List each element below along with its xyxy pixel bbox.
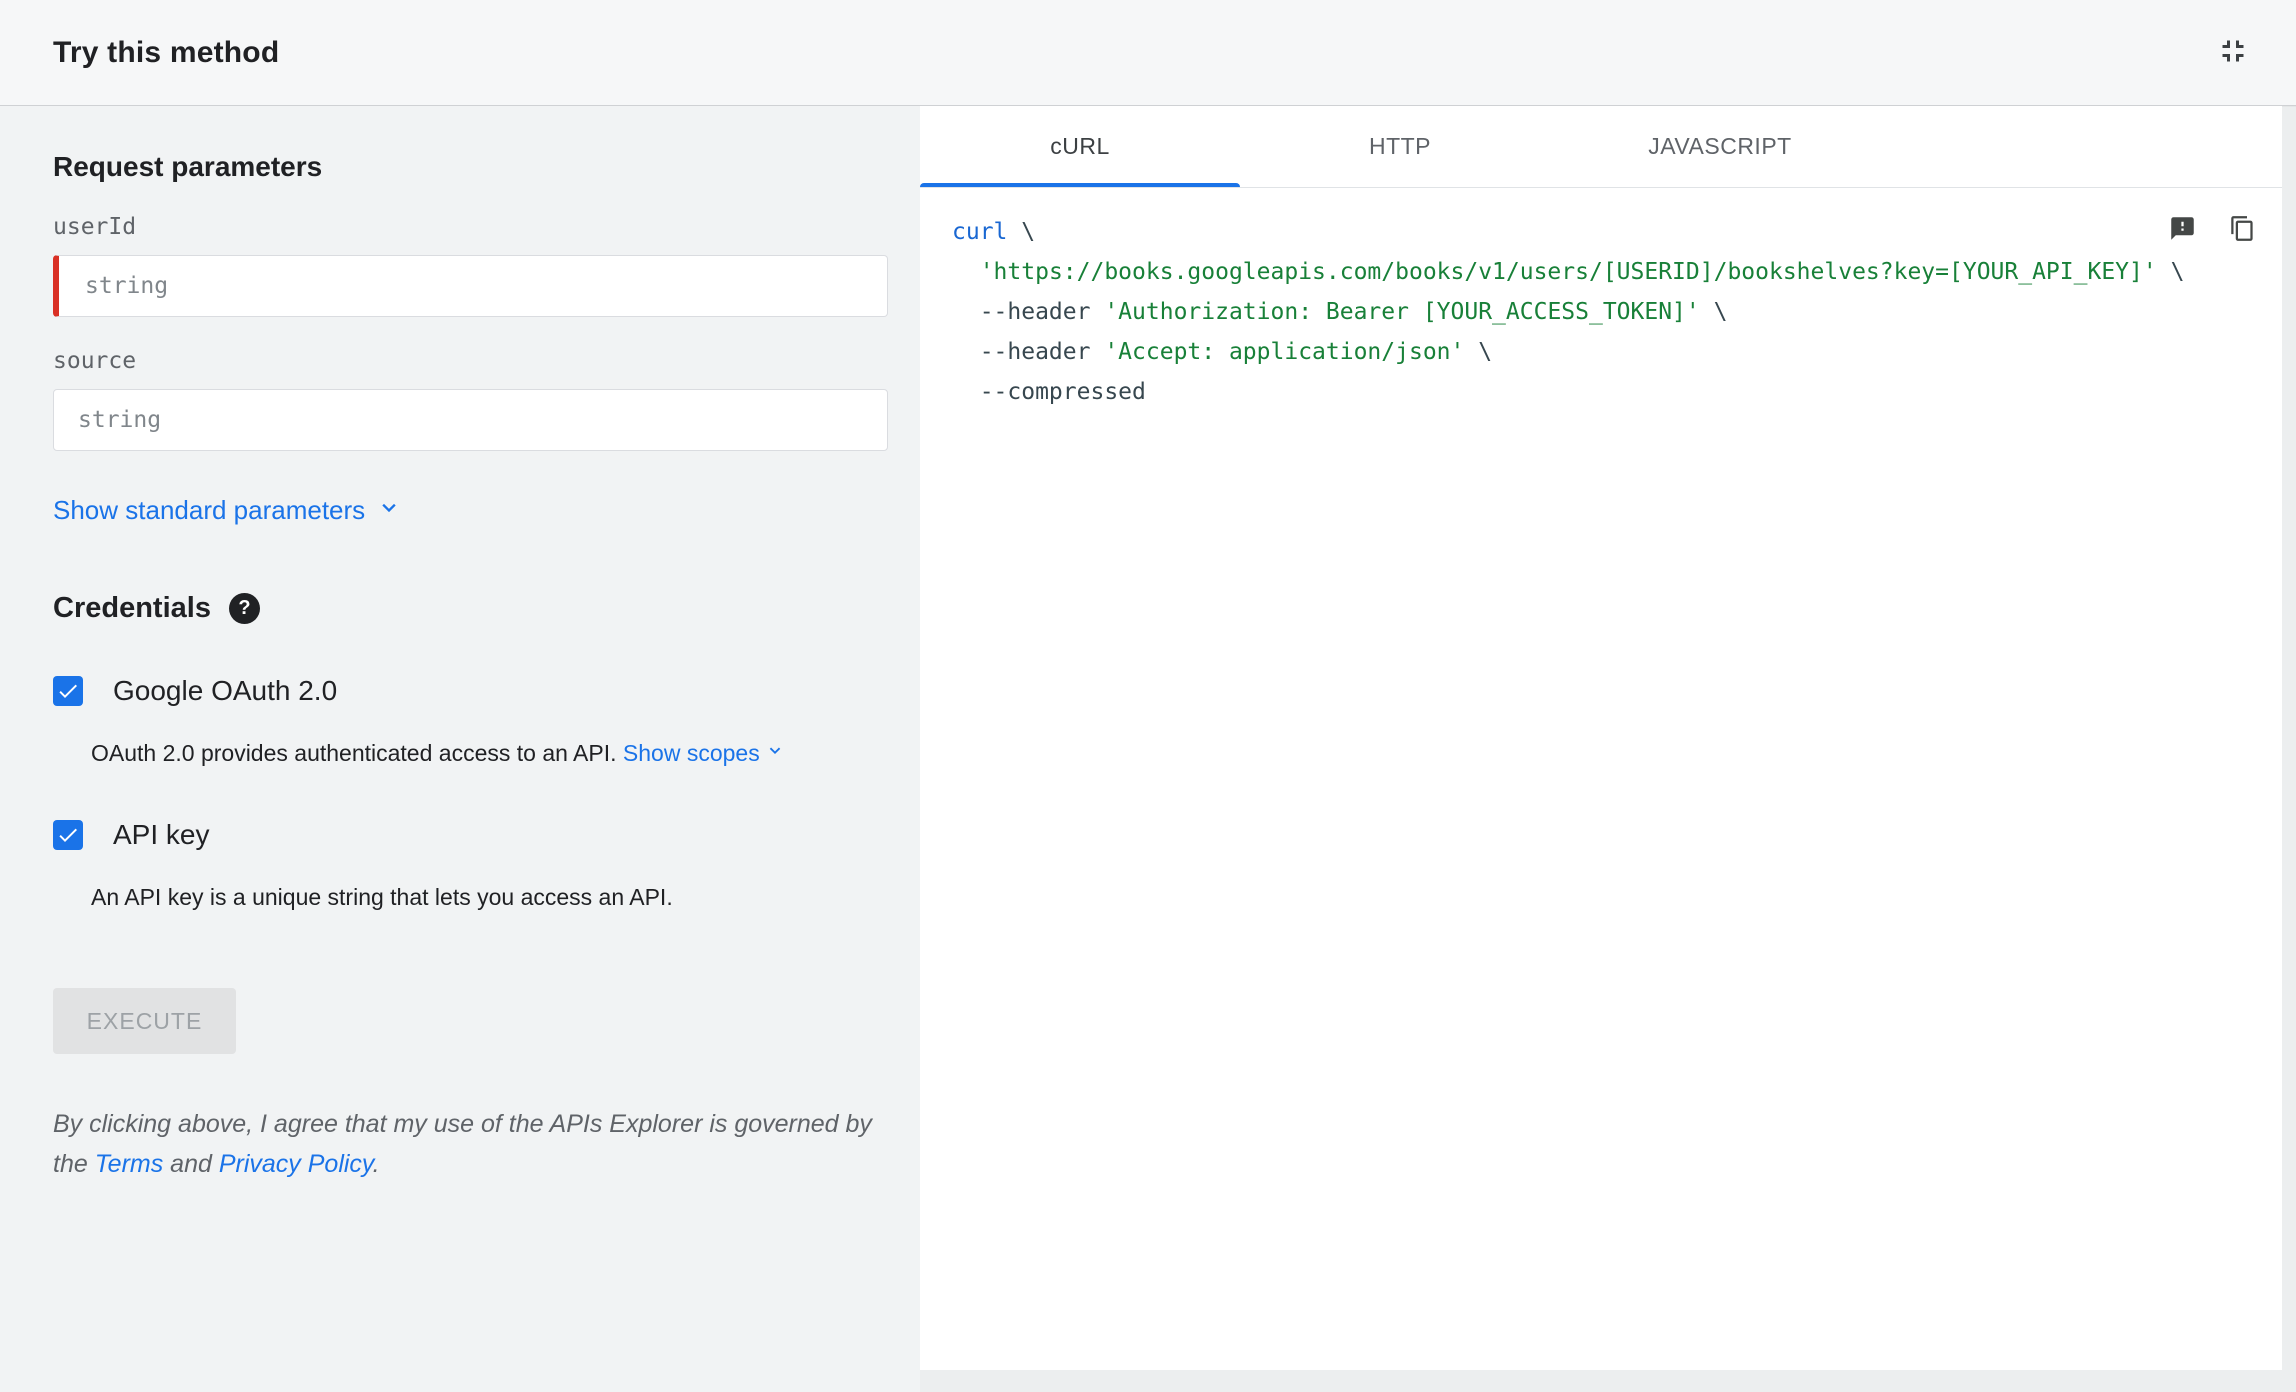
source-input[interactable] (53, 389, 888, 451)
tab-curl[interactable]: cURL (920, 106, 1240, 187)
code-sample-panel: cURL HTTP JAVASCRIPT curl \ 'https://boo… (920, 106, 2282, 1370)
chevron-down-icon (764, 737, 786, 769)
feedback-button[interactable] (2162, 210, 2202, 250)
fullscreen-exit-icon (2215, 33, 2251, 72)
chevron-down-icon (375, 493, 403, 528)
request-panel: Request parameters userId source Show st… (0, 106, 920, 1392)
oauth-credential-row[interactable]: Google OAuth 2.0 (53, 675, 888, 707)
show-scopes-label: Show scopes (622, 740, 760, 766)
try-this-method-panel: Try this method Request parameters userI… (0, 0, 2296, 1392)
execute-button[interactable]: EXECUTE (53, 988, 236, 1054)
panel-body: Request parameters userId source Show st… (0, 106, 2296, 1392)
tab-javascript[interactable]: JAVASCRIPT (1560, 106, 1880, 187)
code-line: curl \ (952, 219, 1036, 245)
oauth-checkbox[interactable] (53, 676, 83, 706)
panel-header: Try this method (0, 0, 2296, 106)
code-line: 'https://books.googleapis.com/books/v1/u… (979, 259, 2185, 285)
code-actions (2162, 210, 2262, 250)
legal-middle: and (163, 1150, 219, 1178)
credentials-heading-row: Credentials ? (53, 592, 888, 625)
collapse-button[interactable] (2210, 30, 2256, 76)
tab-http[interactable]: HTTP (1240, 106, 1560, 187)
code-line: --compressed (952, 379, 1146, 405)
oauth-label: Google OAuth 2.0 (113, 675, 338, 706)
copy-icon (2229, 215, 2256, 245)
panel-title: Try this method (53, 35, 280, 69)
show-standard-parameters-link[interactable]: Show standard parameters (53, 493, 403, 528)
api-key-label: API key (113, 819, 210, 850)
code-line: --header 'Accept: application/json' \ (952, 339, 1493, 365)
code-language-tabs: cURL HTTP JAVASCRIPT (920, 106, 2282, 188)
feedback-icon (2169, 215, 2196, 245)
code-sample-area: curl \ 'https://books.googleapis.com/boo… (920, 188, 2282, 1370)
userid-input[interactable] (53, 255, 888, 317)
terms-link[interactable]: Terms (95, 1150, 164, 1178)
code-line: --header 'Authorization: Bearer [YOUR_AC… (952, 299, 1728, 325)
source-label: source (53, 348, 137, 374)
legal-suffix: . (372, 1150, 380, 1178)
oauth-description-text: OAuth 2.0 provides authenticated access … (91, 740, 617, 766)
privacy-policy-link[interactable]: Privacy Policy (219, 1150, 373, 1178)
credentials-heading: Credentials (53, 592, 211, 624)
userid-field: userId (53, 214, 888, 317)
api-key-credential-row[interactable]: API key (53, 819, 888, 851)
request-parameters-heading: Request parameters (53, 151, 323, 182)
api-key-description: An API key is a unique string that lets … (91, 884, 673, 910)
help-icon[interactable]: ? (228, 593, 260, 624)
source-field: source (53, 348, 888, 451)
show-standard-parameters-label: Show standard parameters (53, 495, 366, 525)
userid-label: userId (53, 214, 137, 240)
api-key-checkbox[interactable] (53, 820, 83, 850)
legal-text: By clicking above, I agree that my use o… (53, 1104, 888, 1184)
oauth-description: OAuth 2.0 provides authenticated access … (91, 737, 891, 769)
copy-code-button[interactable] (2222, 210, 2262, 250)
curl-code-block: curl \ 'https://books.googleapis.com/boo… (952, 212, 2185, 412)
show-scopes-link[interactable]: Show scopes (623, 737, 786, 769)
